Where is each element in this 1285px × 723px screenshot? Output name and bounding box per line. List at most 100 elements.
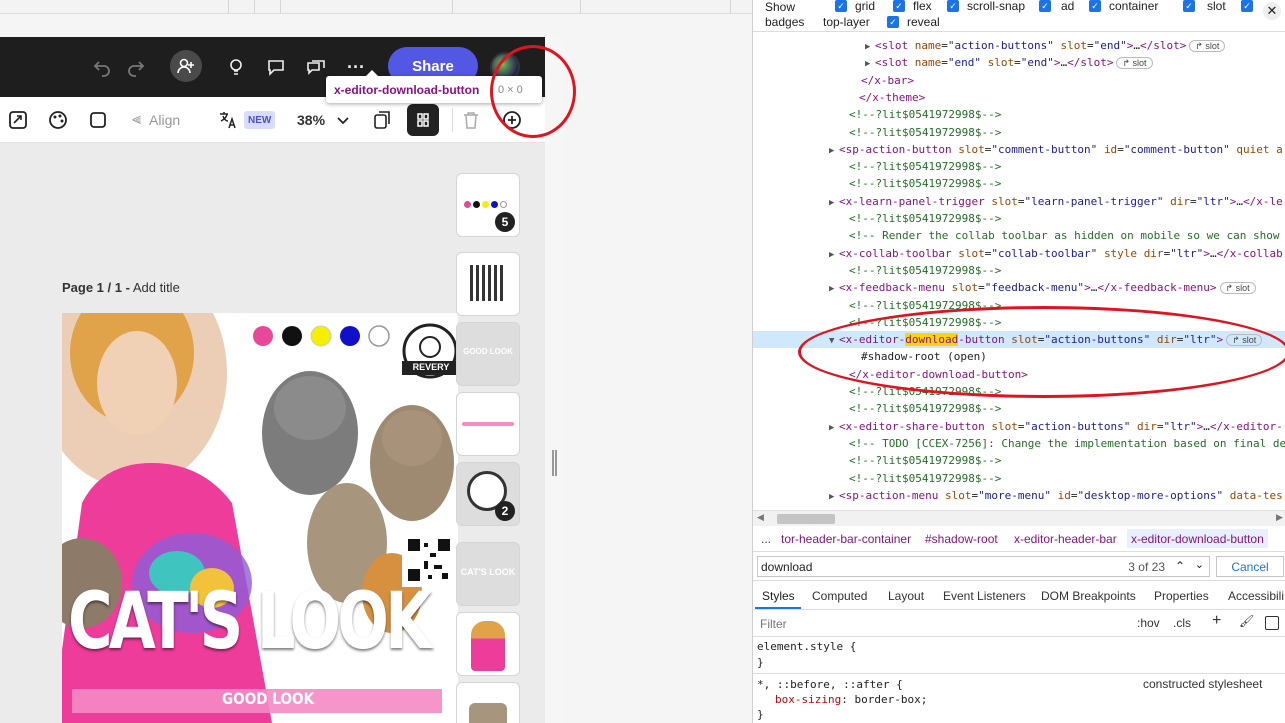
rule-declaration[interactable]: box-sizing: border-box; [775, 693, 927, 706]
dom-node-line[interactable]: ▶ <x-editor-share-button slot="action-but… [753, 418, 1285, 435]
expand-triangle-icon[interactable]: ▶ [829, 489, 839, 506]
chevron-down-icon[interactable]: ⌄ [1195, 558, 1204, 571]
page-title-placeholder[interactable]: Add title [133, 280, 180, 295]
dom-node-line[interactable]: <!--?lit$0541972998$--> [753, 262, 1285, 279]
tab-dom-breakpoints[interactable]: DOM Breakpoints [1041, 589, 1136, 603]
dom-node-line[interactable]: </x-theme> [753, 89, 1285, 106]
thumbnail-cats-look[interactable]: CAT'S LOOK [457, 543, 519, 605]
checkbox-flex[interactable]: ✓ [893, 0, 905, 12]
checkbox-scroll-snap[interactable]: ✓ [947, 0, 959, 12]
paint-icon[interactable]: 🖌 [1239, 614, 1254, 628]
chevron-up-icon[interactable]: ⌃ [1175, 559, 1185, 573]
dom-node-line[interactable]: <!--?lit$0541972998$--> [753, 106, 1285, 123]
dom-node-line[interactable]: <!--?lit$0541972998$--> [753, 400, 1285, 417]
palette-icon[interactable] [48, 109, 68, 131]
checkbox-reveal[interactable]: ✓ [887, 16, 899, 28]
dom-node-line[interactable]: ▶ <sp-action-button slot="comment-button"… [753, 141, 1285, 158]
chevron-down-icon[interactable] [336, 109, 350, 131]
dom-node-line[interactable]: <!--?lit$0541972998$--> [753, 175, 1285, 192]
resize-handle[interactable] [552, 450, 557, 476]
add-person-icon[interactable] [170, 50, 202, 82]
dom-node-line[interactable]: ▶ <x-collab-toolbar slot="collab-toolbar"… [753, 245, 1285, 262]
layers-icon[interactable] [407, 104, 439, 136]
element-style-rule[interactable]: element.style { [757, 640, 856, 653]
thumbnail-logo[interactable]: 2 [457, 463, 519, 525]
design-subline[interactable]: GOOD LOOK [222, 689, 314, 708]
design-headline[interactable]: CAT'S LOOK [68, 583, 432, 661]
dom-node-line[interactable]: <!--?lit$0541972998$--> [753, 210, 1285, 227]
tab-computed[interactable]: Computed [812, 589, 867, 603]
slot-badge[interactable]: ↱ slot [1116, 57, 1153, 70]
elements-tree[interactable]: ▶ <slot name="action-buttons" slot="end">… [753, 33, 1285, 510]
thumbnail-qr[interactable] [457, 253, 519, 315]
design-canvas[interactable]: CAT'S LOOK GOOD LOOK REVERY [62, 313, 458, 723]
thumbnail-woman[interactable] [457, 613, 519, 675]
checkbox-slot[interactable]: ✓ [1183, 0, 1195, 12]
breadcrumb-ellipsis[interactable]: ... [761, 532, 771, 546]
breadcrumb-item[interactable]: #shadow-root [925, 532, 998, 546]
horizontal-scrollbar[interactable]: ◀ ▶ [753, 510, 1285, 526]
dom-node-line[interactable]: ▶ <slot name="action-buttons" slot="end">… [753, 37, 1285, 54]
checkbox-container[interactable]: ✓ [1089, 0, 1101, 12]
checkbox-grid[interactable]: ✓ [835, 0, 847, 12]
comment-icon[interactable] [264, 55, 288, 79]
badges-label: badges [765, 15, 805, 29]
dom-node-line[interactable]: ▶ <x-learn-panel-trigger slot="learn-pane… [753, 193, 1285, 210]
dom-node-line[interactable]: ▶ <sp-action-menu slot="more-menu" id="de… [753, 487, 1285, 504]
tab-styles[interactable]: Styles [762, 589, 795, 603]
checkbox-ad[interactable]: ✓ [1039, 0, 1051, 12]
align-button[interactable]: ⫷ Align [132, 109, 180, 131]
shape-icon[interactable] [88, 109, 108, 131]
breadcrumb-item[interactable]: tor-header-bar-container [781, 532, 911, 546]
zoom-value[interactable]: 38% [297, 109, 325, 131]
thumbnail-swatches[interactable]: 5 [457, 174, 519, 236]
scroll-thumb[interactable] [777, 514, 835, 524]
cls-toggle[interactable]: .cls [1173, 616, 1191, 630]
swatch-pink [253, 326, 273, 346]
slot-badge[interactable]: ↱ slot [1219, 282, 1256, 295]
tab-event-listeners[interactable]: Event Listeners [943, 589, 1026, 603]
close-icon[interactable]: ✕ [1263, 2, 1281, 20]
collab-icon[interactable] [304, 55, 328, 79]
thumbnail-good-look[interactable]: GOOD LOOK [457, 323, 519, 385]
thumbnail-cats[interactable] [457, 683, 519, 723]
slot-badge[interactable]: ↱ slot [1189, 40, 1226, 52]
sidebar-toggle-icon[interactable] [1265, 616, 1279, 630]
hov-toggle[interactable]: :hov [1137, 616, 1160, 630]
dom-node-line[interactable]: <!--?lit$0541972998$--> [753, 470, 1285, 487]
dom-comment: <!--?lit$0541972998$--> [849, 108, 1002, 122]
add-rule-icon[interactable]: + [1212, 612, 1221, 630]
resize-icon[interactable] [8, 109, 28, 131]
translate-icon[interactable] [218, 109, 238, 131]
dom-node-line[interactable]: <!-- TODO [CCEX-7256]: Change the implem… [753, 435, 1285, 452]
badge-label-ad: ad [1061, 0, 1075, 13]
dom-node-line[interactable]: <!--?lit$0541972998$--> [753, 124, 1285, 141]
tab-properties[interactable]: Properties [1154, 589, 1209, 603]
scroll-right-icon[interactable]: ▶ [1276, 512, 1283, 523]
dom-node-line[interactable]: </x-bar> [753, 72, 1285, 89]
redo-icon[interactable] [124, 55, 148, 79]
dom-node-line[interactable]: ▶ <slot name="end" slot="end">…</slot> ↱ s… [753, 54, 1285, 71]
dom-node-line[interactable]: ▶ <x-feedback-menu slot="feedback-menu">…… [753, 279, 1285, 296]
dom-search-input[interactable]: download 3 of 23 ⌃ ⌄ [757, 556, 1210, 577]
rule-selector[interactable]: *, ::before, ::after { [757, 678, 903, 691]
cancel-button[interactable]: Cancel [1216, 556, 1284, 577]
styles-filter-input[interactable] [755, 613, 1125, 634]
undo-icon[interactable] [90, 55, 114, 79]
pages-icon[interactable] [372, 109, 392, 131]
trash-icon[interactable] [462, 109, 480, 131]
lightbulb-icon[interactable] [224, 55, 248, 79]
tab-layout[interactable]: Layout [888, 589, 924, 603]
dom-node-line[interactable]: <!--?lit$0541972998$--> [753, 158, 1285, 175]
tab-accessibility[interactable]: Accessibili [1228, 589, 1284, 603]
breadcrumb-current[interactable]: x-editor-download-button [1127, 529, 1268, 548]
rule-property: box-sizing [775, 693, 842, 706]
scroll-left-icon[interactable]: ◀ [757, 512, 764, 523]
breadcrumb-item[interactable]: x-editor-header-bar [1014, 532, 1117, 546]
checkbox-more[interactable]: ✓ [1241, 0, 1253, 12]
dom-node-line[interactable]: <!--?lit$0541972998$--> [753, 452, 1285, 469]
dom-node-line[interactable]: <!-- Render the collab toolbar as hidden… [753, 227, 1285, 244]
thumbnail-brush[interactable] [457, 393, 519, 455]
page-title[interactable]: Page 1 / 1 - Add title [62, 280, 180, 295]
rule-source[interactable]: constructed stylesheet [1143, 677, 1262, 691]
